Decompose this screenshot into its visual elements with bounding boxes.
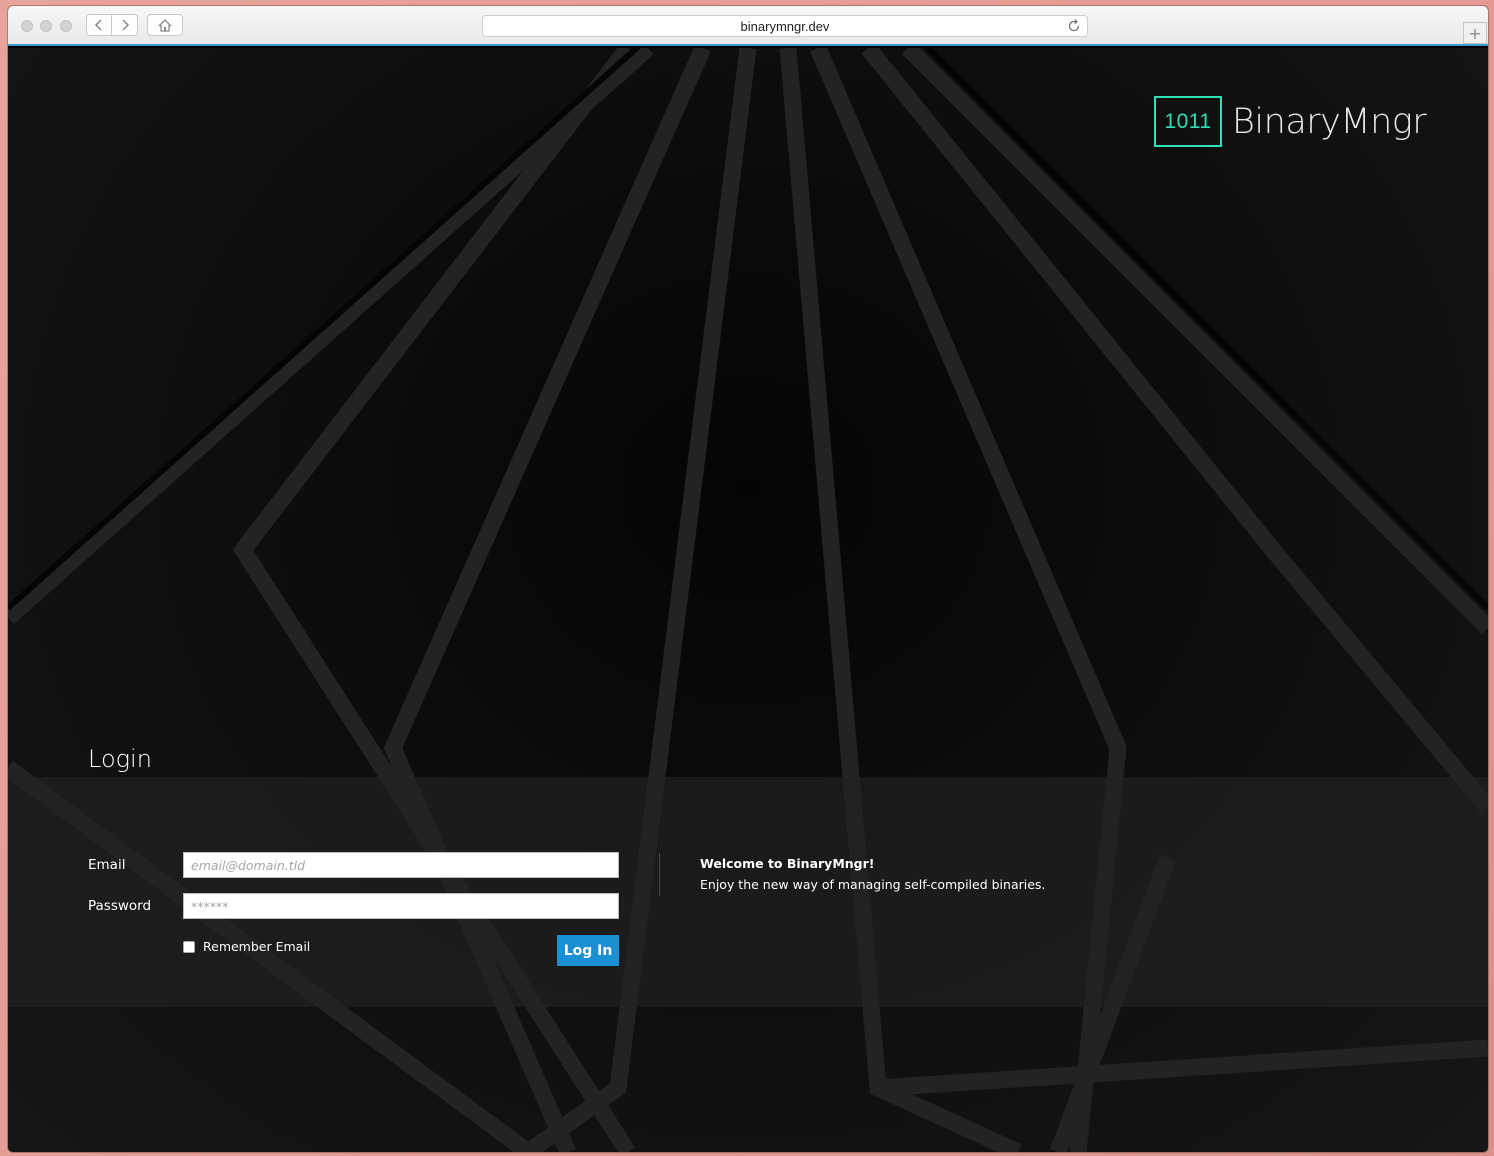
email-label: Email xyxy=(88,857,126,873)
home-button[interactable] xyxy=(147,14,183,36)
brand-name: BinaryMngr xyxy=(1232,101,1427,142)
maximize-window-button[interactable] xyxy=(60,20,72,32)
email-field[interactable] xyxy=(183,852,619,878)
login-title: Login xyxy=(88,745,152,773)
page-content: 1011 BinaryMngr Login Email Password Rem… xyxy=(8,48,1488,1152)
password-label: Password xyxy=(88,898,152,914)
chevron-left-icon xyxy=(94,19,102,31)
minimize-window-button[interactable] xyxy=(40,20,52,32)
divider xyxy=(659,853,660,896)
login-panel: Email Password Remember Email Log In Wel… xyxy=(8,777,1488,1007)
remember-email-checkbox[interactable] xyxy=(183,941,195,953)
new-tab-button[interactable]: + xyxy=(1463,22,1487,44)
close-window-button[interactable] xyxy=(21,20,33,32)
login-button[interactable]: Log In xyxy=(557,935,619,966)
logo-mark: 1011 xyxy=(1154,96,1222,147)
back-button[interactable] xyxy=(86,14,112,36)
password-field[interactable] xyxy=(183,893,619,919)
plus-icon: + xyxy=(1468,23,1482,43)
welcome-text: Enjoy the new way of managing self-compi… xyxy=(700,877,1046,892)
welcome-title: Welcome to BinaryMngr! xyxy=(700,856,875,871)
address-bar[interactable]: binarymngr.dev xyxy=(482,15,1088,37)
browser-toolbar: binarymngr.dev + xyxy=(8,6,1488,46)
remember-email-label[interactable]: Remember Email xyxy=(203,939,310,954)
address-url: binarymngr.dev xyxy=(740,18,830,34)
browser-window: binarymngr.dev + 1011 BinaryMngr Login E… xyxy=(8,6,1488,1152)
forward-button[interactable] xyxy=(112,14,138,36)
home-icon xyxy=(158,18,172,32)
chevron-right-icon xyxy=(121,19,129,31)
brand-logo[interactable]: 1011 BinaryMngr xyxy=(1154,96,1427,147)
reload-icon[interactable] xyxy=(1066,18,1082,34)
